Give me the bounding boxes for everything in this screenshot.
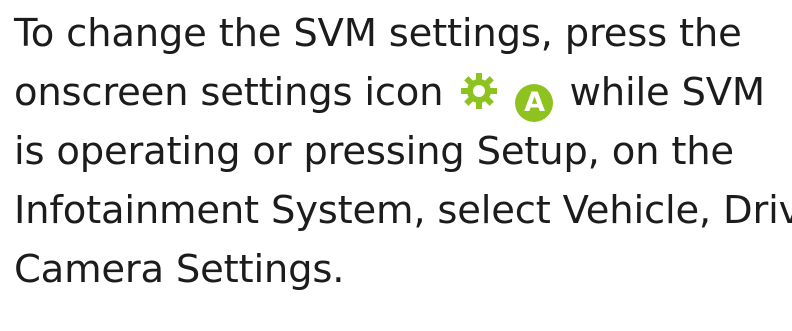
paragraph-line-4: Infotainment System, select Vehicle, Dri… — [14, 188, 792, 233]
instruction-paragraph: To change the SVM settings, press the on… — [14, 4, 792, 299]
callout-badge-a: A — [515, 84, 554, 122]
gear-icon — [459, 69, 499, 109]
paragraph-line-2-text-after: while SVM — [569, 70, 766, 115]
paragraph-line-5: Camera Settings. — [14, 247, 345, 292]
paragraph-line-1: To change the SVM settings, press the — [14, 11, 742, 56]
paragraph-line-2: onscreen settings icon A while SVM — [14, 63, 792, 122]
paragraph-line-3: is operating or pressing Setup, on the — [14, 129, 734, 174]
paragraph-line-2-text-before: onscreen settings icon — [14, 70, 444, 115]
